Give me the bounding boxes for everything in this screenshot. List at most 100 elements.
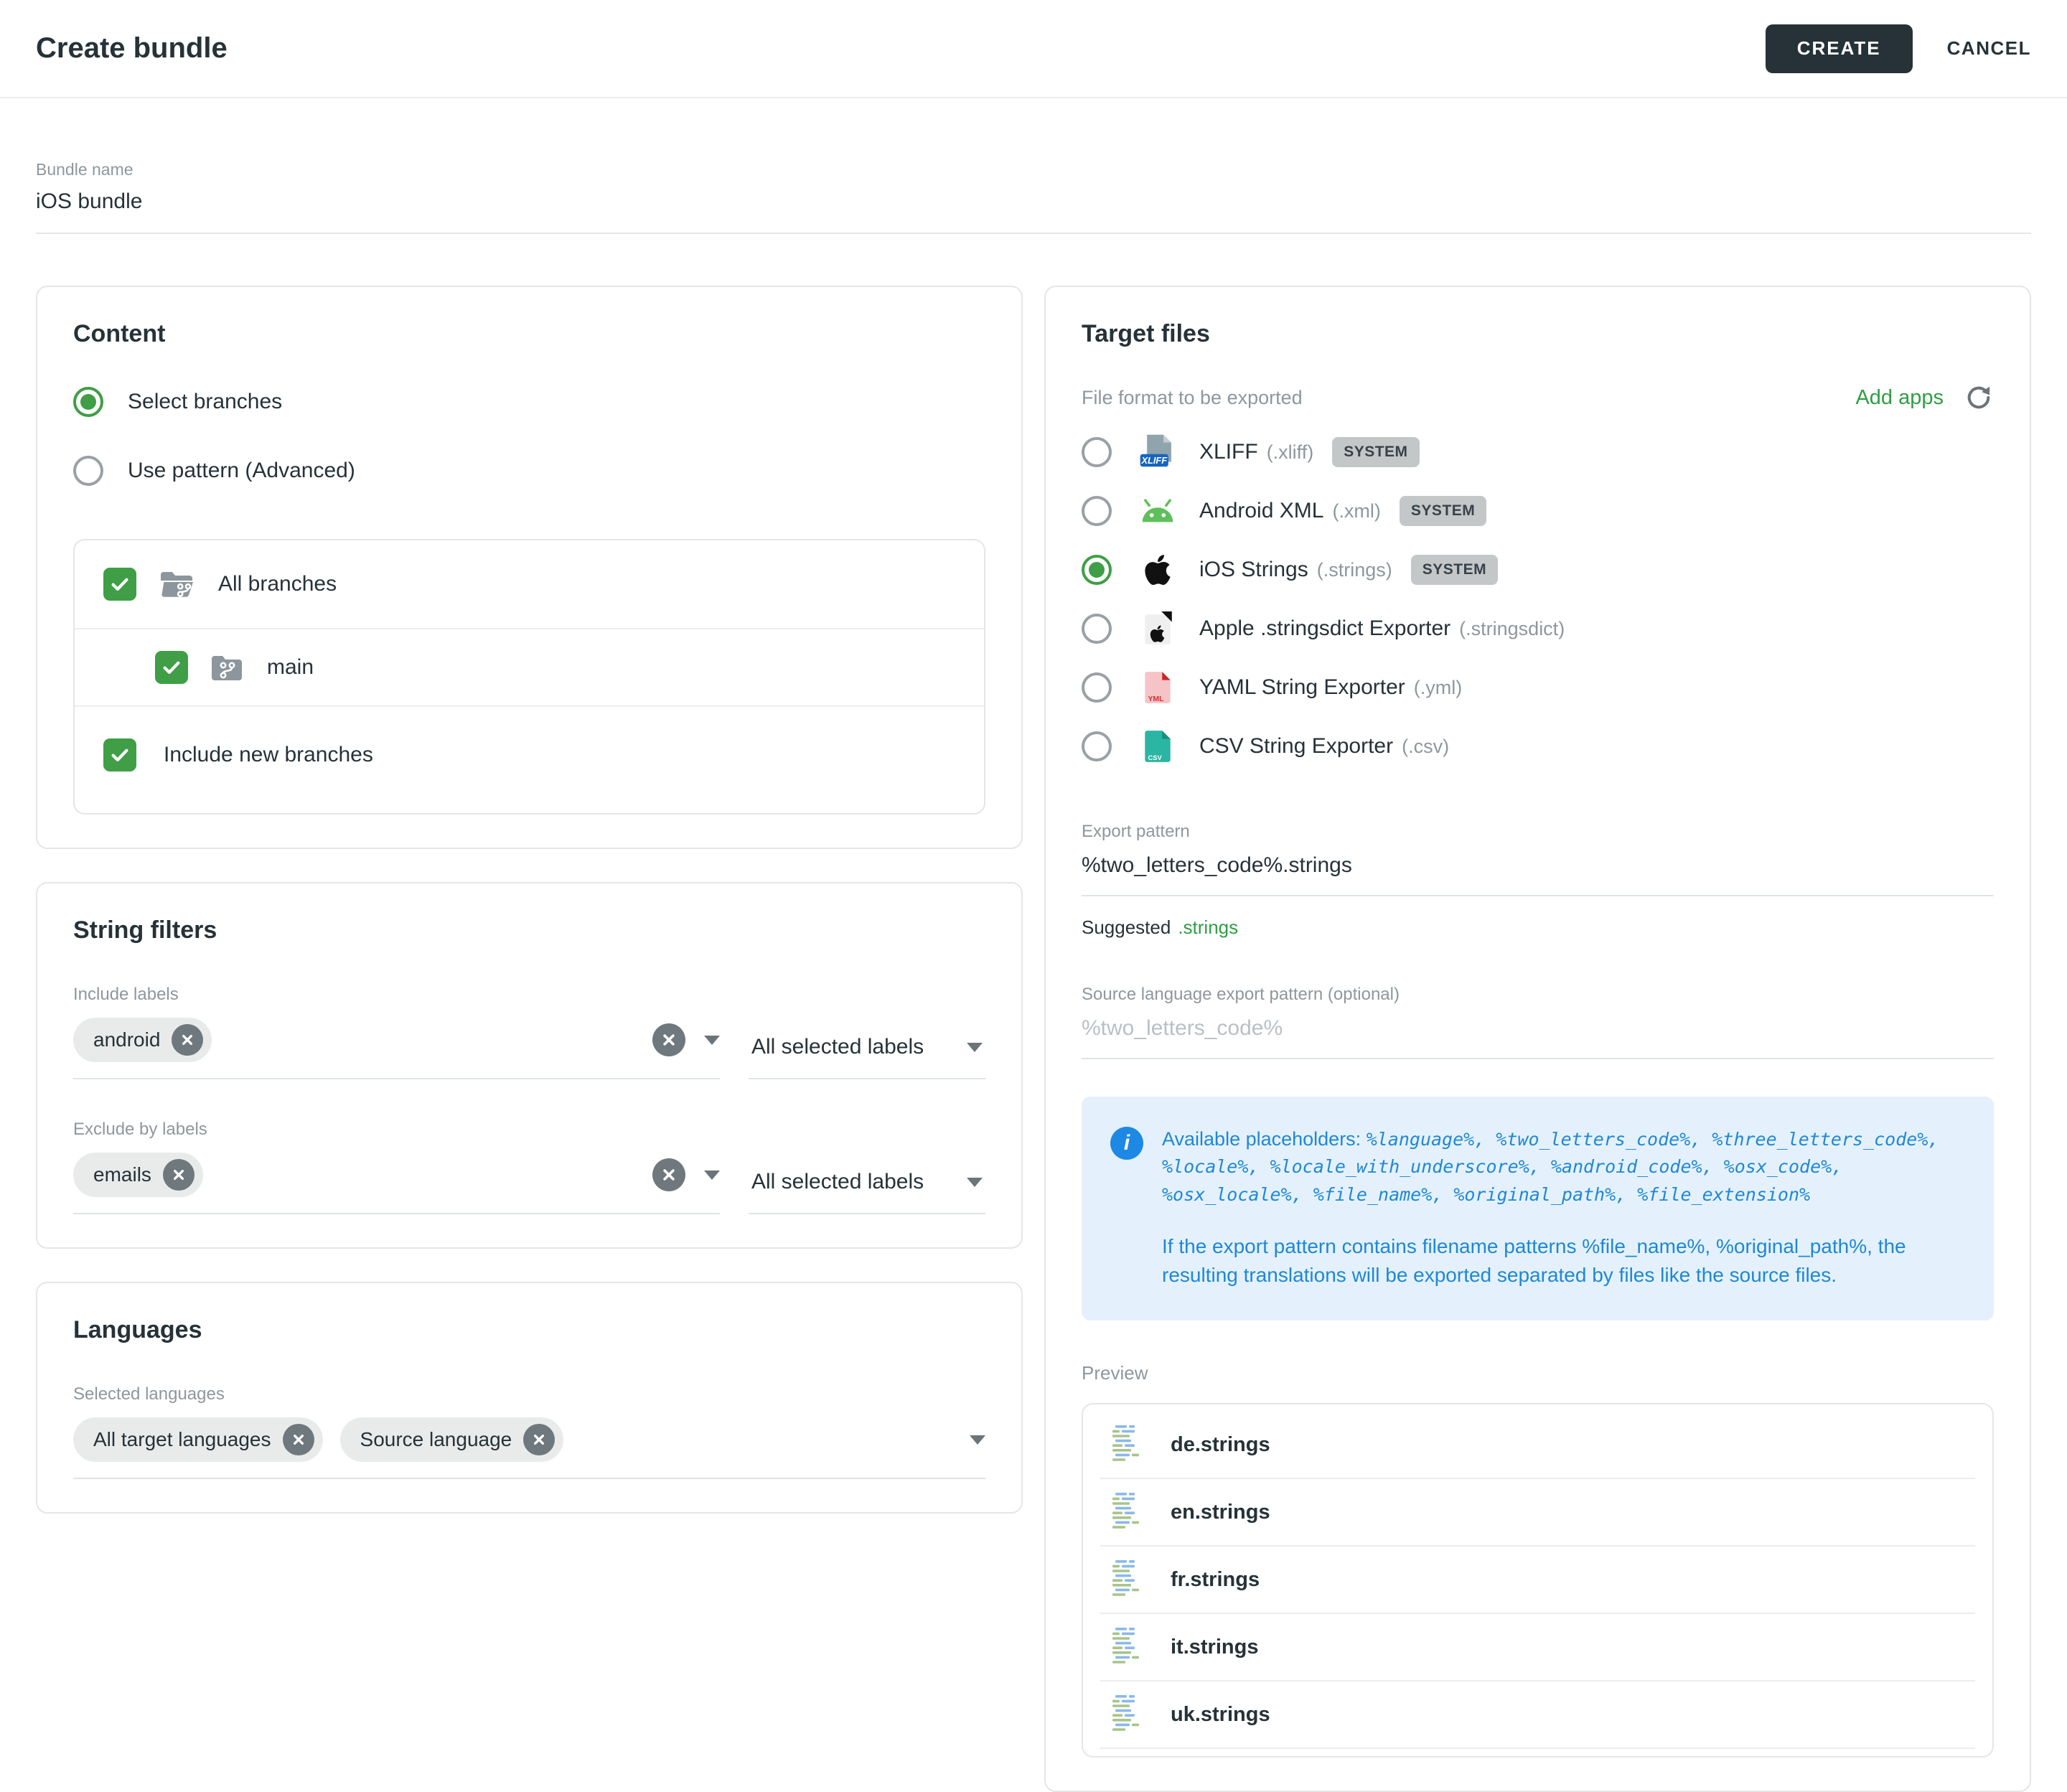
- label-chip-emails: emails: [73, 1153, 203, 1197]
- strings-file-icon: [1112, 1424, 1146, 1466]
- yaml-file-icon: YML: [1138, 670, 1178, 705]
- language-chip-source: Source language: [340, 1417, 564, 1462]
- file-format-label: File format to be exported: [1082, 387, 1303, 409]
- left-column: Content Select branches Use pattern (Adv…: [36, 286, 1023, 1514]
- clear-icon[interactable]: [652, 1158, 685, 1191]
- preview-box: de.strings en.strings: [1082, 1403, 1994, 1758]
- branch-row-main[interactable]: main: [75, 629, 984, 705]
- languages-input[interactable]: All target languages Source language: [73, 1404, 985, 1479]
- caret-down-icon[interactable]: [967, 1043, 983, 1052]
- content-card: Content Select branches Use pattern (Adv…: [36, 286, 1023, 849]
- branch-main-label: main: [267, 655, 314, 680]
- format-option-csv[interactable]: CSV CSV String Exporter (.csv): [1082, 717, 1994, 776]
- content-title: Content: [73, 320, 985, 348]
- export-pattern-label: Export pattern: [1082, 822, 1994, 842]
- caret-down-icon[interactable]: [704, 1171, 720, 1180]
- preview-row: en.strings: [1083, 1479, 1992, 1545]
- info-note: If the export pattern contains filename …: [1162, 1232, 1962, 1290]
- all-branches-label: All branches: [218, 572, 337, 596]
- close-icon[interactable]: [172, 1024, 203, 1056]
- placeholders-info-box: i Available placeholders: %language%, %t…: [1082, 1097, 1994, 1320]
- main-content: Bundle name iOS bundle Content Select br…: [0, 98, 2067, 1792]
- suggested-extension-link[interactable]: .strings: [1178, 916, 1238, 938]
- format-option-stringsdict[interactable]: Apple .stringsdict Exporter (.stringsdic…: [1082, 599, 1994, 658]
- refresh-icon[interactable]: [1964, 383, 1994, 413]
- format-option-android-xml[interactable]: Android XML (.xml) SYSTEM: [1082, 482, 1994, 540]
- preview-row: it.strings: [1083, 1614, 1992, 1680]
- strings-file-icon: [1112, 1694, 1146, 1736]
- radio-select-branches-label: Select branches: [128, 390, 282, 414]
- exclude-labels-input[interactable]: emails: [73, 1140, 720, 1214]
- svg-text:CSV: CSV: [1148, 754, 1162, 761]
- add-apps-link[interactable]: Add apps: [1855, 383, 1994, 413]
- caret-down-icon[interactable]: [970, 1435, 985, 1445]
- radio-unchecked-icon[interactable]: [1082, 731, 1112, 761]
- export-pattern-input[interactable]: %two_letters_code%.strings: [1082, 842, 1994, 896]
- radio-unchecked-icon[interactable]: [1082, 437, 1112, 467]
- xliff-file-icon: XLIFF: [1138, 433, 1178, 472]
- include-new-branches-label: Include new branches: [164, 743, 373, 767]
- page-title: Create bundle: [36, 32, 228, 65]
- clear-icon[interactable]: [652, 1023, 685, 1056]
- info-icon: i: [1110, 1127, 1143, 1160]
- language-chip-all-target: All target languages: [73, 1417, 323, 1462]
- preview-row: de.strings: [1083, 1412, 1992, 1478]
- string-filters-card: String filters Include labels android: [36, 882, 1023, 1249]
- include-labels-label: Include labels: [73, 985, 985, 1005]
- apple-icon: [1138, 553, 1178, 587]
- android-icon: [1138, 498, 1178, 524]
- topbar: Create bundle CREATE CANCEL: [0, 0, 2067, 98]
- caret-down-icon[interactable]: [967, 1178, 983, 1187]
- radio-unchecked-icon[interactable]: [1082, 496, 1112, 526]
- source-pattern-label: Source language export pattern (optional…: [1082, 985, 1994, 1005]
- include-mode-select[interactable]: All selected labels: [749, 1022, 985, 1079]
- format-option-xliff[interactable]: XLIFF XLIFF (.xliff) SYSTEM: [1082, 423, 1994, 482]
- system-badge: SYSTEM: [1332, 437, 1419, 467]
- languages-card: Languages Selected languages All target …: [36, 1282, 1023, 1514]
- radio-unchecked-icon[interactable]: [73, 456, 103, 486]
- create-button[interactable]: CREATE: [1766, 24, 1913, 73]
- radio-checked-icon[interactable]: [1082, 555, 1112, 585]
- radio-use-pattern-label: Use pattern (Advanced): [128, 459, 355, 483]
- source-pattern-input[interactable]: %two_letters_code%: [1082, 1005, 1994, 1059]
- topbar-actions: CREATE CANCEL: [1766, 24, 2031, 73]
- exclude-mode-select[interactable]: All selected labels: [749, 1157, 985, 1214]
- radio-checked-icon[interactable]: [73, 387, 103, 417]
- branches-box: All branches: [73, 539, 985, 815]
- open-folder-branch-icon: [158, 568, 195, 600]
- radio-unchecked-icon[interactable]: [1082, 614, 1112, 644]
- close-icon[interactable]: [163, 1159, 194, 1191]
- suggested-row: Suggested .strings: [1082, 916, 1994, 939]
- radio-unchecked-icon[interactable]: [1082, 672, 1112, 703]
- languages-title: Languages: [73, 1316, 985, 1344]
- suggested-label: Suggested: [1082, 916, 1171, 938]
- branch-row-all[interactable]: All branches: [75, 540, 984, 628]
- radio-use-pattern[interactable]: Use pattern (Advanced): [73, 456, 985, 486]
- divider: [1100, 1748, 1975, 1749]
- checkbox-checked-icon[interactable]: [103, 738, 136, 771]
- strings-file-icon: [1112, 1491, 1146, 1534]
- string-filters-title: String filters: [73, 916, 985, 944]
- format-option-yaml[interactable]: YML YAML String Exporter (.yml): [1082, 658, 1994, 717]
- include-labels-input[interactable]: android: [73, 1005, 720, 1079]
- close-icon[interactable]: [523, 1424, 555, 1455]
- csv-file-icon: CSV: [1138, 728, 1178, 764]
- checkbox-checked-icon[interactable]: [155, 651, 188, 684]
- close-icon[interactable]: [283, 1424, 314, 1455]
- bundle-name-label: Bundle name: [36, 160, 2031, 179]
- svg-text:YML: YML: [1148, 695, 1164, 703]
- bundle-name-input[interactable]: iOS bundle: [36, 189, 2031, 214]
- format-list: XLIFF XLIFF (.xliff) SYSTEM: [1082, 423, 1994, 776]
- include-new-branches-row[interactable]: Include new branches: [75, 707, 984, 813]
- preview-row: fr.strings: [1083, 1547, 1992, 1613]
- radio-select-branches[interactable]: Select branches: [73, 387, 985, 417]
- cancel-button[interactable]: CANCEL: [1947, 37, 2031, 60]
- bundle-name-field[interactable]: Bundle name iOS bundle: [36, 98, 2031, 234]
- caret-down-icon[interactable]: [704, 1036, 720, 1045]
- system-badge: SYSTEM: [1411, 555, 1498, 585]
- strings-file-icon: [1112, 1626, 1146, 1669]
- format-option-ios-strings[interactable]: iOS Strings (.strings) SYSTEM: [1082, 540, 1994, 599]
- checkbox-checked-icon[interactable]: [103, 568, 136, 601]
- selected-languages-label: Selected languages: [73, 1384, 985, 1404]
- target-files-card: Target files File format to be exported …: [1044, 286, 2031, 1792]
